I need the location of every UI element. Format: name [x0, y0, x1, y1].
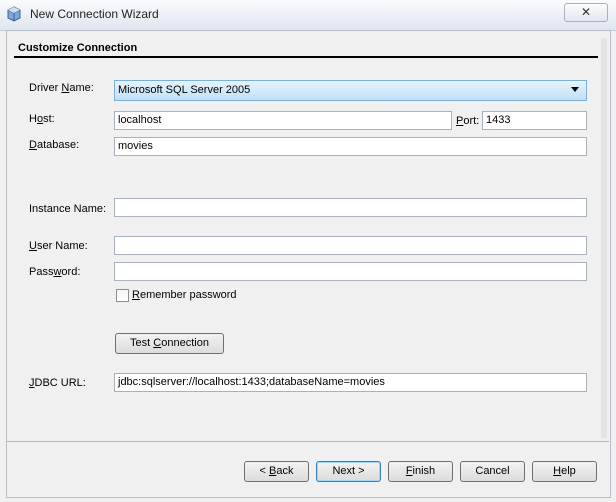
database-field[interactable]: movies [114, 137, 587, 156]
driver-select-value: Microsoft SQL Server 2005 [118, 84, 251, 96]
cancel-button[interactable]: Cancel [460, 461, 525, 482]
user-name-label: User Name: [29, 240, 88, 252]
driver-select[interactable]: Microsoft SQL Server 2005 [114, 80, 587, 101]
host-field[interactable]: localhost [114, 111, 452, 130]
next-button[interactable]: Next > [316, 461, 381, 482]
section-divider [14, 56, 598, 58]
instance-name-field[interactable] [114, 198, 587, 217]
jdbc-url-label: JDBC URL: [29, 377, 86, 389]
scroll-gutter [601, 38, 607, 438]
host-label: Host: [29, 113, 55, 125]
remember-password-checkbox[interactable] [116, 289, 129, 302]
footer-divider [7, 441, 609, 442]
section-title: Customize Connection [18, 42, 138, 54]
close-button[interactable]: ✕ [564, 3, 608, 22]
instance-name-label: Instance Name: [29, 203, 107, 215]
close-icon: ✕ [580, 5, 592, 19]
back-button[interactable]: < Back [244, 461, 309, 482]
database-label: Database: [29, 139, 80, 151]
user-name-field[interactable] [114, 236, 587, 255]
chevron-down-icon[interactable] [571, 87, 579, 92]
help-button[interactable]: Help [532, 461, 597, 482]
port-field[interactable]: 1433 [482, 111, 587, 130]
password-label: Password: [29, 266, 81, 278]
driver-name-label: Driver Name: [29, 82, 94, 94]
remember-password-label[interactable]: Remember password [132, 289, 237, 301]
test-connection-button[interactable]: Test Connection [115, 333, 224, 354]
app-icon [7, 6, 21, 22]
port-label: Port: [456, 115, 480, 127]
jdbc-url-field[interactable]: jdbc:sqlserver://localhost:1433;database… [114, 373, 587, 392]
password-field[interactable] [114, 262, 587, 281]
window-title: New Connection Wizard [30, 7, 159, 21]
finish-button[interactable]: Finish [388, 461, 453, 482]
